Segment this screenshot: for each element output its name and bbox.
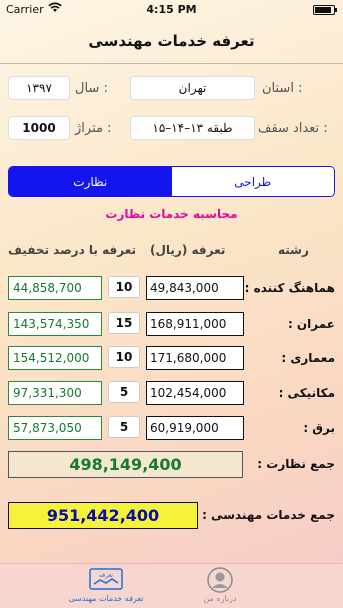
fee-cell: 60,919,000 (146, 416, 244, 440)
segment-supervision[interactable]: نظارت (9, 167, 172, 196)
handshake-icon: تعرفه (88, 566, 124, 594)
discounted-cell: 154,512,000 (8, 346, 102, 370)
tab-about-me[interactable]: درباره من (175, 566, 265, 603)
discounted-cell: 143,574,350 (8, 312, 102, 336)
discount-percent-input[interactable]: 5 (108, 416, 140, 438)
calculation-title: محاسبه خدمات نظارت (105, 207, 238, 221)
engineering-total-label: جمع خدمات مهندسی : (202, 508, 335, 522)
province-label: استان : (262, 81, 303, 96)
discounted-cell: 57,873,050 (8, 416, 102, 440)
supervision-total-value: 498,149,400 (8, 451, 243, 478)
tab-icon-text: تعرفه (99, 572, 113, 579)
discount-percent-input[interactable]: 15 (108, 312, 140, 334)
status-bar: Carrier 4:15 PM (0, 0, 343, 20)
row-label: برق : (303, 421, 335, 435)
segment-design[interactable]: طراحی (171, 167, 334, 196)
area-field[interactable]: 1000 (8, 116, 70, 140)
discounted-cell: 44,858,700 (8, 276, 102, 300)
discounted-cell: 97,331,300 (8, 381, 102, 405)
battery-icon (313, 5, 337, 15)
row-label: هماهنگ کننده : (244, 281, 335, 295)
page-title: تعرفه خدمات مهندسی (88, 32, 255, 50)
service-type-segmented-control: نظارت طراحی (8, 166, 335, 197)
engineering-total-value: 951,442,400 (8, 502, 198, 529)
year-value: ۱۳۹۷ (26, 81, 52, 95)
row-label: مکانیکی : (278, 386, 335, 400)
discount-percent-input[interactable]: 10 (108, 346, 140, 368)
year-field[interactable]: ۱۳۹۷ (8, 76, 70, 100)
floors-value: ۱۵–۱۴–۱۳ طبقه (152, 121, 233, 135)
province-field[interactable]: تهران (130, 76, 255, 100)
fee-cell: 171,680,000 (146, 346, 244, 370)
header-discipline: رشته (278, 243, 309, 257)
discount-percent-input[interactable]: 10 (108, 276, 140, 298)
row-label: معماری : (281, 351, 335, 365)
header-fee: تعرفه (ریال) (150, 243, 226, 257)
supervision-total-label: جمع نظارت : (257, 457, 335, 471)
fee-cell: 102,454,000 (146, 381, 244, 405)
area-value: 1000 (22, 121, 56, 135)
discount-percent-input[interactable]: 5 (108, 381, 140, 403)
province-value: تهران (178, 81, 207, 95)
tab-bar: تعرفه تعرفه خدمات مهندسی درباره من (0, 563, 343, 608)
status-time: 4:15 PM (146, 3, 197, 16)
fee-cell: 49,843,000 (146, 276, 244, 300)
user-avatar-icon (206, 566, 234, 594)
navigation-bar: تعرفه خدمات مهندسی (0, 20, 343, 64)
header-discounted: تعرفه با درصد تخفیف (8, 243, 136, 257)
year-label: سال : (75, 81, 108, 96)
row-label: عمران : (287, 317, 335, 331)
tab-engineering-fees-label: تعرفه خدمات مهندسی (68, 594, 144, 603)
floors-label: تعداد سقف : (258, 121, 328, 136)
fee-cell: 168,911,000 (146, 312, 244, 336)
tab-about-me-label: درباره من (203, 594, 237, 603)
tab-engineering-fees[interactable]: تعرفه تعرفه خدمات مهندسی (56, 566, 156, 603)
floors-field[interactable]: ۱۵–۱۴–۱۳ طبقه (130, 116, 255, 140)
area-label: متراژ : (75, 121, 112, 136)
